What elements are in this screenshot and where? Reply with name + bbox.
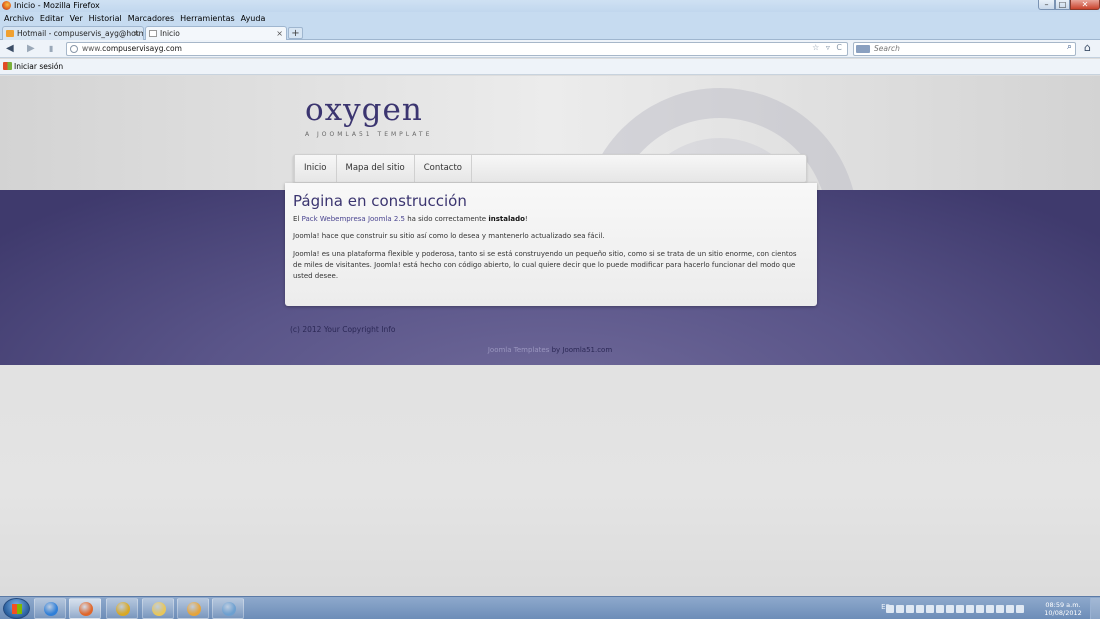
bookmarks-toolbar: Iniciar sesión — [0, 59, 1100, 75]
window-title: Inicio - Mozilla Firefox — [14, 1, 100, 10]
network-icon[interactable] — [976, 605, 984, 613]
description-paragraph: Joomla! es una plataforma flexible y pod… — [293, 250, 797, 280]
forward-button[interactable]: ▶ — [27, 43, 35, 55]
site-nav: Inicio Mapa del sitio Contacto — [293, 154, 807, 183]
minimize-button[interactable]: – — [1038, 0, 1055, 10]
menu-marcadores[interactable]: Marcadores — [128, 12, 174, 25]
taskbar-explorer[interactable] — [142, 598, 174, 619]
globe-icon — [70, 45, 78, 53]
tray-app-icon[interactable] — [936, 605, 944, 613]
windows-taskbar: ES 08:59 a.m. 10/08/2012 — [0, 596, 1100, 619]
site-logo[interactable]: oxygen — [305, 92, 423, 128]
tray-app-icon[interactable] — [926, 605, 934, 613]
content-card: Página en construcción El Pack Webempres… — [285, 183, 817, 306]
firefox-logo-icon — [2, 1, 11, 10]
tray-app-icon[interactable] — [996, 605, 1004, 613]
taskbar-firefox[interactable] — [69, 598, 101, 619]
close-window-button[interactable]: ✕ — [1070, 0, 1100, 10]
nav-mapa-del-sitio[interactable]: Mapa del sitio — [337, 155, 415, 182]
search-placeholder: Search — [874, 44, 900, 53]
clock-time: 08:59 a.m. — [1045, 601, 1081, 609]
menu-editar[interactable]: Editar — [40, 12, 64, 25]
tray-app-icon[interactable] — [916, 605, 924, 613]
taskbar-media-player[interactable] — [177, 598, 209, 619]
bookmark-iniciar-sesion[interactable]: Iniciar sesión — [14, 62, 63, 71]
page-viewport: oxygen A JOOMLA51 TEMPLATE Inicio Mapa d… — [0, 76, 1100, 595]
tray-app-icon[interactable] — [1016, 605, 1024, 613]
signal-icon: ▮ — [49, 44, 54, 53]
menu-ayuda[interactable]: Ayuda — [241, 12, 266, 25]
taskbar-network-app[interactable] — [212, 598, 244, 619]
url-text: www.compuservisayg.com — [82, 44, 182, 53]
tray-app-icon[interactable] — [1006, 605, 1014, 613]
footer-credits: Joomla Templates by Joomla51.com — [487, 346, 613, 354]
window-controls: – □ ✕ — [1038, 0, 1100, 10]
joomla-templates-link[interactable]: Joomla Templates — [488, 346, 550, 354]
system-tray: ES 08:59 a.m. 10/08/2012 — [868, 598, 1100, 619]
navigation-toolbar: ◀ ▶ ▮ www.compuservisayg.com ☆ ▿ C Searc… — [0, 40, 1100, 58]
page-icon — [149, 30, 157, 37]
window-titlebar: Inicio - Mozilla Firefox – □ ✕ — [0, 0, 1100, 12]
search-engine-icon[interactable] — [856, 45, 870, 53]
volume-icon[interactable] — [986, 605, 994, 613]
taskbar-chrome[interactable] — [106, 598, 138, 619]
home-icon[interactable]: ⌂ — [1084, 41, 1091, 54]
show-desktop-button[interactable] — [1090, 598, 1100, 619]
url-bar[interactable]: www.compuservisayg.com ☆ ▿ C — [66, 42, 848, 56]
tray-app-icon[interactable] — [946, 605, 954, 613]
tab-inicio[interactable]: Inicio × — [145, 26, 287, 40]
close-tab-icon[interactable]: × — [276, 27, 283, 40]
search-icon[interactable]: ⌕ — [1067, 42, 1072, 52]
firefox-icon — [79, 602, 93, 616]
taskbar-ie[interactable] — [34, 598, 66, 619]
maximize-button[interactable]: □ — [1055, 0, 1070, 10]
copyright-text: (c) 2012 Your Copyright Info — [290, 325, 396, 334]
search-bar[interactable]: Search ⌕ — [853, 42, 1076, 56]
tray-icons — [886, 603, 1036, 615]
hotmail-icon — [6, 30, 14, 37]
clock[interactable]: 08:59 a.m. 10/08/2012 — [1040, 601, 1086, 617]
network-app-icon — [222, 602, 236, 616]
clock-date: 10/08/2012 — [1044, 609, 1082, 617]
start-button[interactable] — [3, 598, 30, 619]
install-message: El Pack Webempresa Joomla 2.5 ha sido co… — [293, 215, 528, 223]
media-player-icon — [187, 602, 201, 616]
tray-app-icon[interactable] — [956, 605, 964, 613]
site-tagline: A JOOMLA51 TEMPLATE — [305, 131, 433, 138]
tab-label: Inicio — [160, 29, 180, 38]
chrome-icon — [116, 602, 130, 616]
nav-inicio[interactable]: Inicio — [294, 155, 337, 182]
tray-app-icon[interactable] — [896, 605, 904, 613]
menu-ver[interactable]: Ver — [70, 12, 83, 25]
menu-bar: Archivo Editar Ver Historial Marcadores … — [0, 12, 1100, 25]
nav-contacto[interactable]: Contacto — [415, 155, 473, 182]
menu-archivo[interactable]: Archivo — [4, 12, 34, 25]
tray-app-icon[interactable] — [886, 605, 894, 613]
tray-app-icon[interactable] — [966, 605, 974, 613]
explorer-folder-icon — [152, 602, 166, 616]
pack-link[interactable]: Pack Webempresa Joomla 2.5 — [302, 215, 405, 223]
back-button[interactable]: ◀ — [6, 43, 14, 55]
windows-live-icon — [3, 62, 12, 70]
tab-hotmail[interactable]: Hotmail - compuservis_ayg@hotmail.... × — [2, 26, 144, 40]
page-heading: Página en construcción — [293, 192, 467, 210]
intro-paragraph: Joomla! hace que construir su sitio así … — [293, 232, 605, 240]
close-tab-icon[interactable]: × — [133, 27, 140, 40]
tab-label: Hotmail - compuservis_ayg@hotmail.... — [17, 29, 144, 38]
menu-historial[interactable]: Historial — [89, 12, 122, 25]
internet-explorer-icon — [44, 602, 58, 616]
menu-herramientas[interactable]: Herramientas — [180, 12, 235, 25]
bookmark-reload-icons[interactable]: ☆ ▿ C — [812, 43, 844, 52]
new-tab-button[interactable]: + — [288, 27, 303, 39]
tray-app-icon[interactable] — [906, 605, 914, 613]
windows-logo-icon — [12, 604, 22, 614]
tab-bar: Hotmail - compuservis_ayg@hotmail.... × … — [0, 25, 1100, 40]
